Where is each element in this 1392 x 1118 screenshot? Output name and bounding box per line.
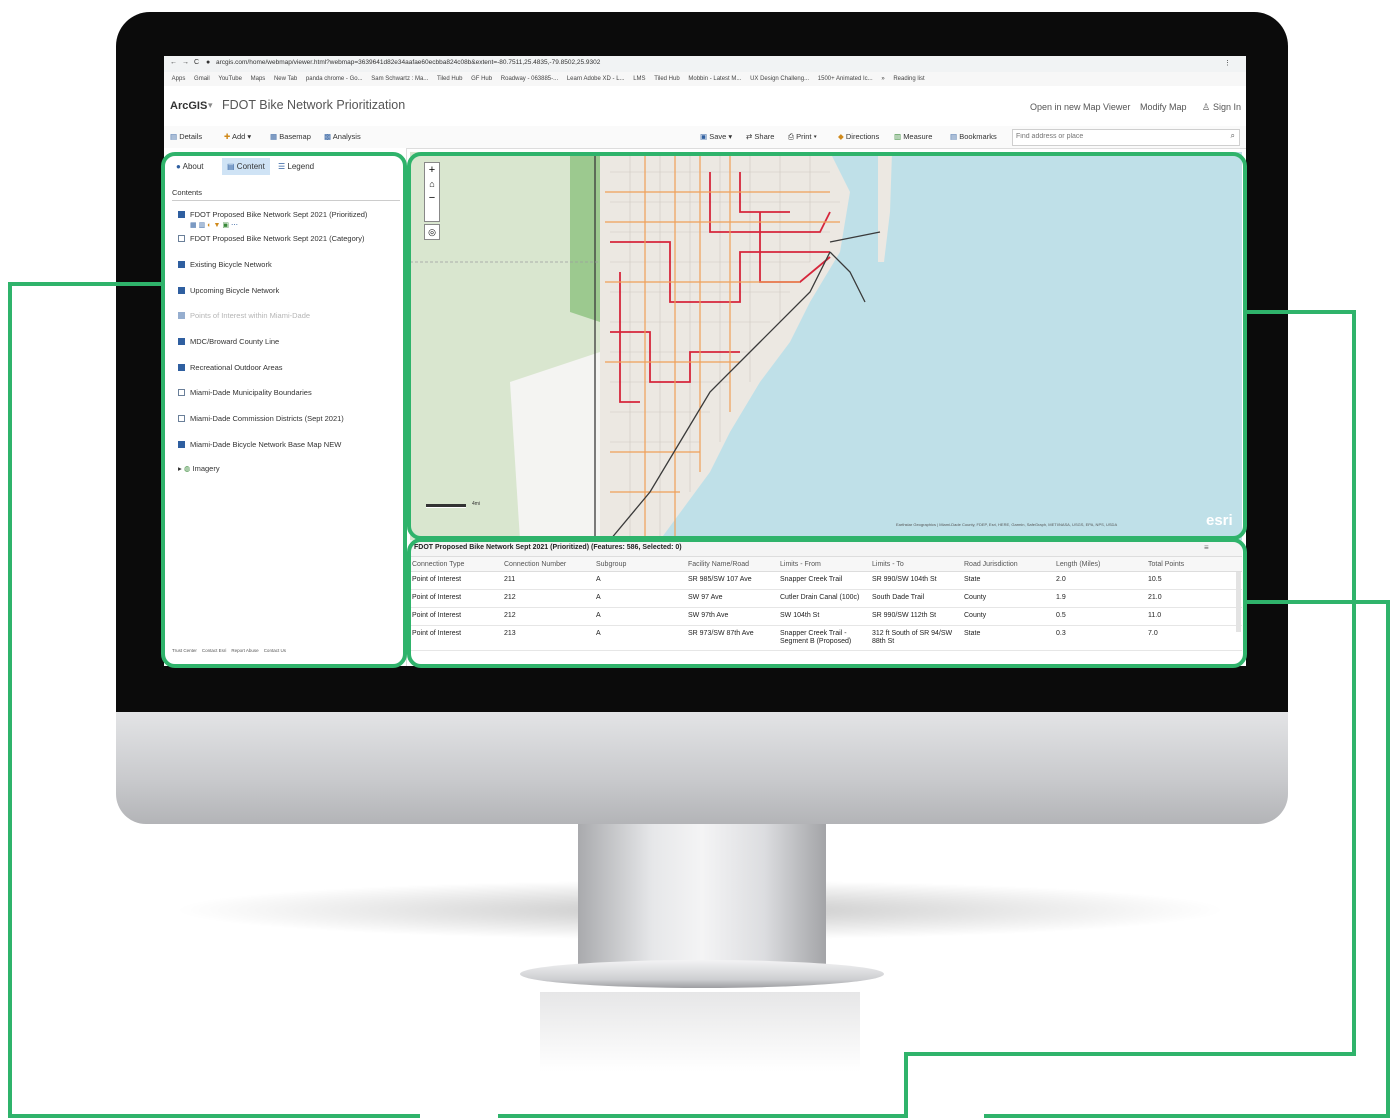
measure-button[interactable]: ▥ Measure	[894, 132, 932, 141]
back-icon[interactable]: ←	[170, 59, 177, 66]
bookmarks-label: Bookmarks	[959, 132, 997, 141]
bookmark-item[interactable]: LMS	[633, 72, 645, 86]
share-icon: ⇄	[746, 132, 753, 141]
bookmark-item[interactable]: Mobbin - Latest M...	[688, 72, 741, 86]
bookmark-item[interactable]: YouTube	[218, 72, 242, 86]
bookmark-item[interactable]: UX Design Challeng...	[750, 72, 809, 86]
bookmark-item[interactable]: Maps	[251, 72, 266, 86]
arcgis-logo[interactable]: ArcGIS	[170, 100, 207, 112]
bookmark-item[interactable]: 1500+ Animated Ic...	[818, 72, 873, 86]
connector-line	[498, 1114, 908, 1118]
save-icon: ▣	[700, 132, 708, 141]
modify-map-link[interactable]: Modify Map	[1140, 102, 1187, 112]
connector-line	[984, 1114, 1390, 1118]
monitor-chin	[116, 712, 1288, 824]
connector-line	[8, 282, 12, 1118]
details-icon: ▤	[170, 132, 178, 141]
browser-address-bar: ← → C ● arcgis.com/home/webmap/viewer.ht…	[164, 56, 1246, 72]
bookmark-item[interactable]: Apps	[172, 72, 186, 86]
save-label: Save	[709, 132, 727, 141]
save-button[interactable]: ▣ Save ▾	[700, 132, 732, 141]
connector-line	[904, 1052, 1356, 1056]
connector-line	[1386, 600, 1390, 1118]
print-button[interactable]: ⎙ Print ▾	[788, 132, 817, 142]
share-button[interactable]: ⇄ Share	[746, 132, 774, 141]
browser-menu-icon[interactable]: ⋮	[1224, 59, 1231, 67]
directions-icon: ◆	[838, 132, 844, 141]
content-panel-highlight	[161, 152, 407, 668]
map-toolbar: ▤ Details ✚ Add ▾ ▦ Basemap ▩ Analysis ▣…	[164, 126, 1246, 149]
analysis-button[interactable]: ▩ Analysis	[324, 132, 361, 141]
url-field[interactable]: arcgis.com/home/webmap/viewer.html?webma…	[216, 59, 600, 66]
bookmark-item[interactable]: Roadway - 063885-...	[501, 72, 558, 86]
table-highlight	[407, 538, 1247, 668]
bookmark-item[interactable]: Tiled Hub	[437, 72, 462, 86]
add-button[interactable]: ✚ Add ▾	[224, 132, 251, 141]
search-box: ⌕	[1012, 129, 1240, 146]
basemap-label: Basemap	[279, 132, 311, 141]
bookmark-item[interactable]: panda chrome - Go...	[306, 72, 363, 86]
lock-icon: ●	[206, 59, 211, 66]
directions-label: Directions	[845, 132, 880, 141]
bookmark-item[interactable]: GF Hub	[471, 72, 492, 86]
monitor-stand	[578, 824, 826, 974]
search-icon[interactable]: ⌕	[1231, 131, 1235, 141]
search-input[interactable]	[1013, 130, 1212, 143]
bookmark-item[interactable]: Tiled Hub	[654, 72, 679, 86]
details-label: Details	[179, 132, 203, 141]
connector-line	[8, 282, 165, 286]
print-label: Print	[796, 132, 812, 141]
bookmarks-icon: ▤	[950, 132, 958, 141]
connector-line	[8, 1114, 420, 1118]
open-new-viewer-link[interactable]: Open in new Map Viewer	[1030, 102, 1130, 112]
analysis-label: Analysis	[332, 132, 361, 141]
connector-line	[904, 1052, 908, 1118]
directions-button[interactable]: ◆ Directions	[838, 132, 879, 141]
basemap-icon: ▦	[270, 132, 278, 141]
stand-reflection	[540, 992, 860, 1072]
bookmarks-button[interactable]: ▤ Bookmarks	[950, 132, 997, 141]
connector-line	[1352, 310, 1356, 1056]
map-highlight	[407, 152, 1247, 540]
reload-icon[interactable]: C	[194, 59, 199, 66]
chevron-down-icon[interactable]: ▾	[208, 100, 213, 111]
measure-icon: ▥	[894, 132, 902, 141]
bookmark-item[interactable]: Sam Schwartz : Ma...	[371, 72, 428, 86]
bookmark-item[interactable]: Learn Adobe XD - L...	[567, 72, 625, 86]
basemap-button[interactable]: ▦ Basemap	[270, 132, 311, 141]
bookmarks-bar: Apps Gmail YouTube Maps New Tab panda ch…	[164, 72, 1246, 87]
app-header: ArcGIS ▾ FDOT Bike Network Prioritizatio…	[164, 86, 1246, 126]
connector-line	[1245, 310, 1356, 314]
forward-icon[interactable]: →	[182, 59, 189, 66]
add-icon: ✚	[224, 132, 231, 141]
user-icon: ♙	[1202, 102, 1211, 112]
measure-label: Measure	[903, 132, 933, 141]
bookmarks-overflow[interactable]: »	[881, 72, 884, 86]
bookmark-item[interactable]: Gmail	[194, 72, 210, 86]
print-icon: ⎙	[788, 132, 794, 141]
connector-line	[1245, 600, 1390, 604]
add-label: Add	[231, 132, 246, 141]
analysis-icon: ▩	[324, 132, 332, 141]
details-button[interactable]: ▤ Details	[170, 132, 202, 141]
monitor-stand-base	[520, 960, 884, 988]
sign-in-link[interactable]: Sign In	[1213, 102, 1241, 112]
share-label: Share	[754, 132, 775, 141]
bookmark-item[interactable]: New Tab	[274, 72, 297, 86]
page-title: FDOT Bike Network Prioritization	[222, 98, 406, 112]
reading-list[interactable]: Reading list	[893, 72, 924, 86]
